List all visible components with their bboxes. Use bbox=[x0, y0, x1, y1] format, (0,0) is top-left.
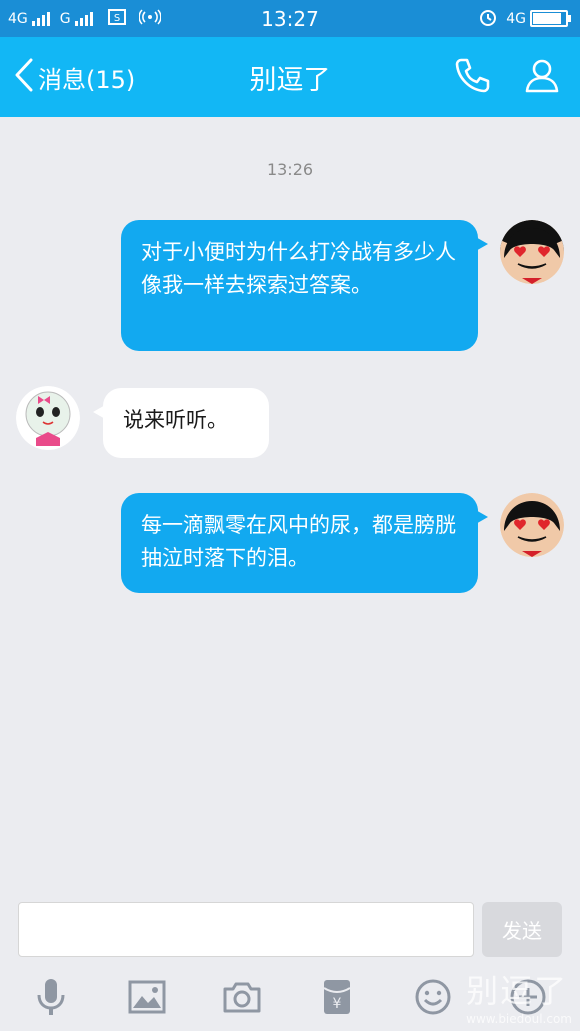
phone-icon bbox=[453, 56, 491, 98]
right-status: 4G bbox=[478, 0, 571, 37]
message-text: 每一滴飘零在风中的尿，都是膀胱抽泣时落下的泪。 bbox=[141, 513, 456, 570]
status-bar: 4G G S 13:27 4G bbox=[0, 0, 580, 37]
message-text: 对于小便时为什么打冷战有多少人像我一样去探索过答案。 bbox=[141, 240, 456, 297]
avatar-self[interactable] bbox=[500, 220, 564, 284]
camera-button[interactable] bbox=[219, 976, 265, 1022]
nav-bar: 消息(15) 别逗了 bbox=[0, 37, 580, 117]
emoji-button[interactable] bbox=[410, 976, 456, 1022]
svg-text:¥: ¥ bbox=[333, 996, 342, 1012]
avatar-contact[interactable] bbox=[16, 386, 80, 450]
microphone-icon bbox=[34, 977, 68, 1021]
emoji-icon bbox=[414, 978, 452, 1020]
image-icon bbox=[128, 980, 166, 1018]
message-timestamp: 13:26 bbox=[266, 160, 314, 179]
plus-icon bbox=[509, 978, 547, 1020]
avatar-self[interactable] bbox=[500, 493, 564, 557]
send-button[interactable]: 发送 bbox=[482, 902, 562, 957]
camera-icon bbox=[223, 981, 261, 1017]
more-button[interactable] bbox=[505, 976, 551, 1022]
back-label: 消息(15) bbox=[38, 65, 136, 94]
message-text: 说来听听。 bbox=[123, 408, 228, 432]
message-input[interactable] bbox=[18, 902, 474, 957]
alarm-icon bbox=[478, 7, 498, 31]
voice-button[interactable] bbox=[28, 976, 74, 1022]
red-packet-button[interactable]: ¥ bbox=[314, 976, 360, 1022]
message-bubble-sent[interactable]: 每一滴飘零在风中的尿，都是膀胱抽泣时落下的泪。 bbox=[121, 493, 488, 593]
call-button[interactable] bbox=[450, 55, 494, 99]
input-toolbar: ¥ bbox=[0, 966, 580, 1031]
composer-bar: 发送 bbox=[0, 890, 580, 970]
red-packet-icon: ¥ bbox=[322, 978, 352, 1020]
profile-button[interactable] bbox=[520, 55, 564, 99]
person-icon bbox=[523, 56, 561, 98]
image-button[interactable] bbox=[124, 976, 170, 1022]
chevron-left-icon bbox=[14, 58, 34, 96]
network-label-4g-right: 4G bbox=[506, 10, 526, 27]
battery-icon bbox=[530, 10, 571, 27]
back-button[interactable]: 消息(15) bbox=[14, 37, 135, 117]
message-bubble-received[interactable]: 说来听听。 bbox=[93, 388, 269, 458]
message-bubble-sent[interactable]: 对于小便时为什么打冷战有多少人像我一样去探索过答案。 bbox=[121, 220, 488, 351]
